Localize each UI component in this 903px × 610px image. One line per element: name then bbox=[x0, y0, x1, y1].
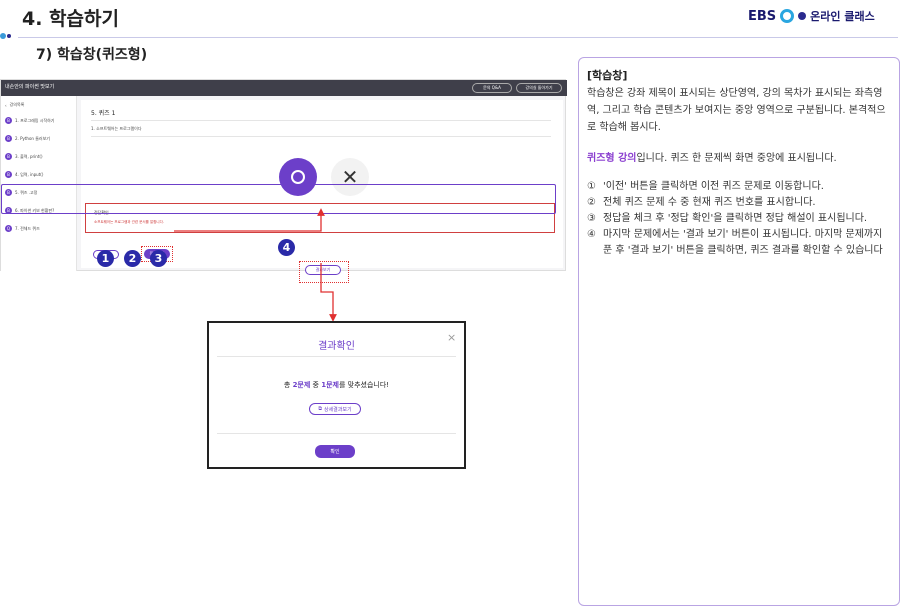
list-num: ③ bbox=[587, 213, 596, 224]
list-text: '이전' 버튼을 클릭하면 이전 퀴즈 문제로 이동합니다. bbox=[603, 181, 824, 192]
desc-paragraph-1: 학습창은 강좌 제목이 표시되는 상단영역, 강의 목차가 표시되는 좌측영역,… bbox=[587, 88, 886, 133]
divider bbox=[217, 356, 456, 357]
external-link-icon: ⧉ bbox=[318, 406, 322, 412]
divider bbox=[217, 433, 456, 434]
list-num: ① bbox=[587, 181, 596, 192]
close-icon[interactable]: × bbox=[447, 331, 456, 344]
detail-result-button[interactable]: ⧉ 상세결과보기 bbox=[309, 403, 361, 415]
result-popup: 결과확인 × 총 2문제 중 1문제를 맞추셨습니다! ⧉ 상세결과보기 확인 bbox=[207, 321, 466, 469]
list-text: 정답을 체크 후 '정답 확인'을 클릭하면 정답 해설이 표시됩니다. bbox=[603, 213, 868, 224]
arrow-result-to-popup bbox=[320, 263, 337, 322]
list-text: 전체 퀴즈 문제 수 중 현재 퀴즈 번호를 표시합니다. bbox=[603, 197, 816, 208]
list-text: 마지막 문제에서는 '결과 보기' 버튼이 표시됩니다. 마지막 문제까지 푼 … bbox=[603, 229, 883, 256]
list-num: ② bbox=[587, 197, 596, 208]
msg-prefix: 총 bbox=[283, 381, 293, 389]
desc-list: ① '이전' 버튼을 클릭하면 이전 퀴즈 문제로 이동합니다. ② 전체 퀴즈 문… bbox=[587, 179, 891, 259]
desc-heading: [학습창] bbox=[587, 69, 628, 82]
quiz-lecture-highlight: 퀴즈형 강의 bbox=[587, 153, 637, 164]
list-item: ④ 마지막 문제에서는 '결과 보기' 버튼이 표시됩니다. 마지막 문제까지 푼… bbox=[587, 227, 891, 259]
result-message: 총 2문제 중 1문제를 맞추셨습니다! bbox=[209, 380, 464, 390]
popup-title: 결과확인 bbox=[318, 341, 355, 352]
total-count: 2문제 bbox=[292, 381, 311, 389]
desc-paragraph-2: 퀴즈형 강의입니다. 퀴즈 한 문제씩 화면 중앙에 표시됩니다. bbox=[587, 150, 891, 167]
desc-paragraph-2-text: 입니다. 퀴즈 한 문제씩 화면 중앙에 표시됩니다. bbox=[636, 153, 837, 164]
detail-label: 상세결과보기 bbox=[323, 406, 352, 413]
list-item: ② 전체 퀴즈 문제 수 중 현재 퀴즈 번호를 표시합니다. bbox=[587, 195, 891, 211]
description-panel: [학습창] 학습창은 강좌 제목이 표시되는 상단영역, 강의 목차가 표시되는… bbox=[578, 57, 900, 606]
list-item: ① '이전' 버튼을 클릭하면 이전 퀴즈 문제로 이동합니다. bbox=[587, 179, 891, 195]
msg-mid: 중 bbox=[310, 381, 322, 389]
arrow-check-to-answer bbox=[174, 208, 325, 232]
list-num: ④ bbox=[587, 229, 596, 240]
list-item: ③ 정답을 체크 후 '정답 확인'을 클릭하면 정답 해설이 표시됩니다. bbox=[587, 211, 891, 227]
msg-suffix: 를 맞추셨습니다! bbox=[338, 381, 390, 389]
confirm-button[interactable]: 확인 bbox=[315, 445, 355, 458]
correct-count: 1문제 bbox=[321, 381, 339, 389]
